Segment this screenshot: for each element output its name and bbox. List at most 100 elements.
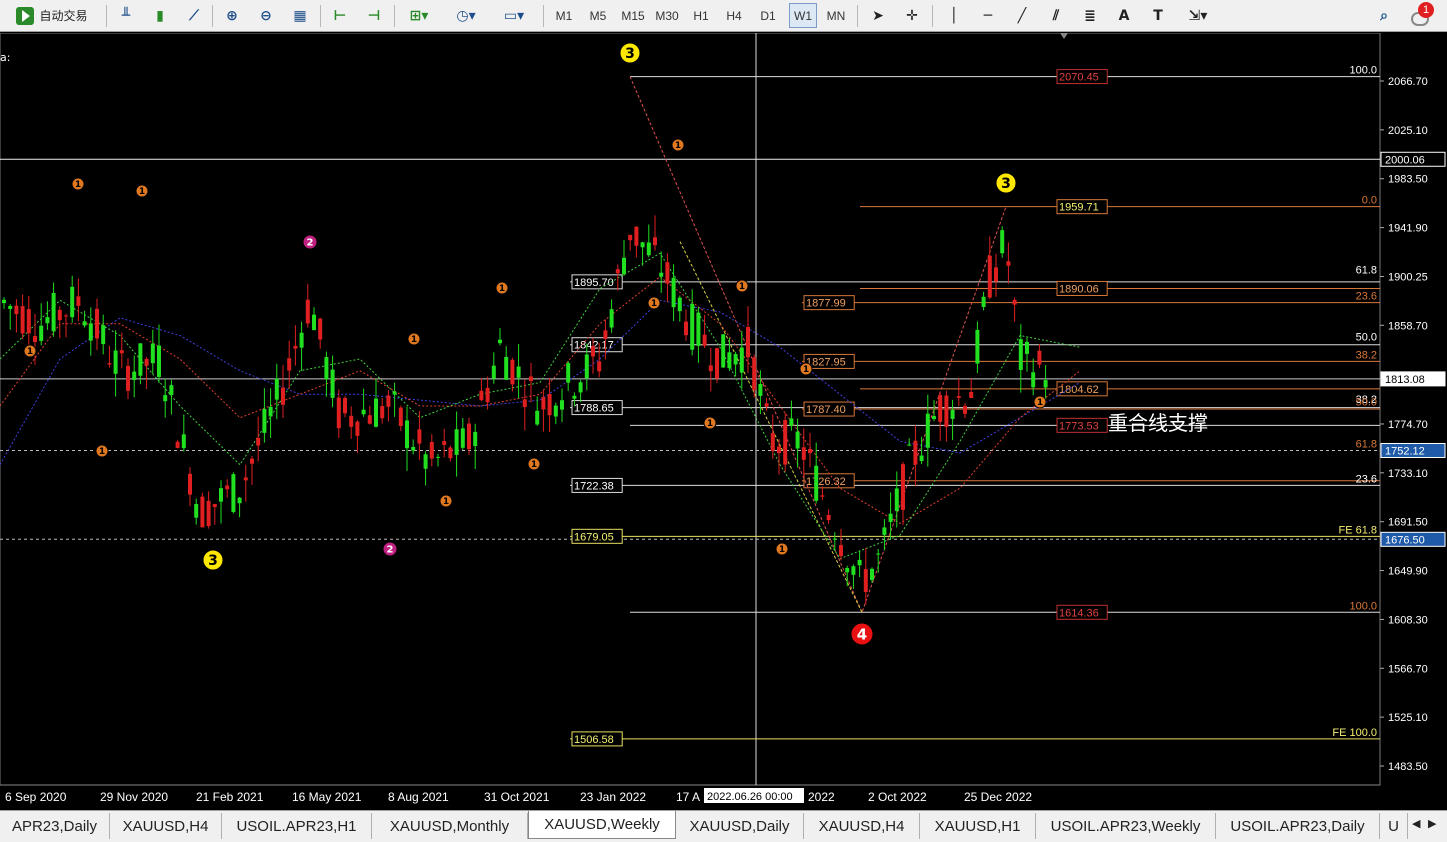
candle-body [39,325,44,341]
trendline-icon[interactable]: ╱ [1010,3,1034,28]
fib-ext-label: 1506.58 [574,734,614,746]
timeframe-w1[interactable]: W1 [789,3,817,28]
candle-body [876,553,881,555]
candle-body [330,369,335,398]
candle-body [299,332,304,348]
tab-usoil-h1[interactable]: USOIL.APR23,H1 [222,813,372,839]
candlestick-icon[interactable]: ▮ [148,3,172,28]
candle-body [516,366,521,378]
candle-body [194,503,199,518]
fib-right-label: 1959.71 [1059,202,1099,214]
ma-mid [0,276,1081,525]
vertical-line-icon[interactable]: │ [942,3,966,28]
candle-body [609,309,614,328]
chart-shift-icon[interactable]: ⊢ [328,3,352,28]
timeframe-m15[interactable]: M15 [617,3,649,28]
chart-canvas[interactable]: a: 2066.70 2025.10 1983.50 1941.90 1900.25 185… [0,33,1447,808]
candle-body [832,538,837,540]
candle-body [392,391,397,395]
candle-body [231,474,236,512]
candle-body [653,237,657,246]
wave-label-4: 4 [857,625,867,643]
candle-body [907,444,912,446]
fib-left-label: 1722.38 [574,480,614,492]
tab-xauusd-h4[interactable]: XAUUSD,H4 [110,813,222,839]
cursor-icon[interactable]: ➤ [866,3,890,28]
templates-icon[interactable]: ▭▾ [494,3,534,28]
candle-body [603,330,608,339]
timeframe-mn[interactable]: MN [822,3,850,28]
tab-usoil-weekly[interactable]: USOIL.APR23,Weekly [1036,813,1216,839]
timeframe-m5[interactable]: M5 [584,3,612,28]
price-highlight-label: 1813.08 [1385,374,1425,386]
candle-body [572,395,577,399]
candle-body [256,437,261,446]
tab-xauusd-weekly[interactable]: XAUUSD,Weekly [528,811,676,839]
minor-wave-label: 1 [27,347,33,357]
candle-body [132,371,137,380]
price-chart[interactable]: a: 2066.70 2025.10 1983.50 1941.90 1900.25 185… [0,33,1447,808]
fib-red-label: 2070.45 [1059,72,1099,84]
minor-wave-label: 1 [739,282,745,292]
candle-body [57,309,62,321]
tab-usoil-daily[interactable]: USOIL.APR23,Daily [1216,813,1380,839]
fib-pct-label: 23.6 [1356,473,1377,485]
timeframe-h1[interactable]: H1 [687,3,715,28]
candle-body [138,343,143,376]
timeframe-d1[interactable]: D1 [754,3,782,28]
arrows-icon[interactable]: ⇲▾ [1180,3,1216,28]
auto-trading-button[interactable]: 自动交易 [4,3,100,28]
periods-icon[interactable]: ◷▾ [446,3,486,28]
tab-xauusd-monthly[interactable]: XAUUSD,Monthly [372,813,528,839]
tab-xauusd-h4-2[interactable]: XAUUSD,H4 [804,813,920,839]
timeframe-m1[interactable]: M1 [550,3,578,28]
timeframe-h4[interactable]: H4 [720,3,748,28]
support-annotation: 重合线支撑 [1108,411,1208,435]
candle-body [783,420,788,465]
fib-pct-label: 50.0 [1356,396,1377,408]
candle-body [442,441,447,445]
tab-scroll-left-icon[interactable]: ◀ [1412,817,1420,830]
candle-body [1018,339,1023,370]
minor-wave-label: 1 [1037,398,1043,408]
candle-body [88,323,93,341]
candle-body [510,359,515,385]
tab-xauusd-h1[interactable]: XAUUSD,H1 [920,813,1036,839]
horizontal-line-icon[interactable]: ─ [976,3,1000,28]
wave-label-3: 3 [1001,176,1011,192]
text-label-icon[interactable]: T [1146,3,1170,28]
candle-body [1031,372,1036,388]
candle-body [801,447,806,460]
fib-pct-label: FE 100.0 [1332,727,1377,739]
equidistant-channel-icon[interactable]: ⫽ [1044,3,1068,28]
zoom-out-icon[interactable]: ⊖ [254,3,278,28]
candle-body [529,376,533,381]
candle-body [684,321,688,336]
fib-ext-label: 1679.05 [574,531,614,543]
text-icon[interactable]: A [1112,3,1136,28]
tab-overflow[interactable]: U [1380,813,1408,839]
candle-body [20,306,25,334]
wave-label-3: 3 [625,46,635,62]
candle-body [26,309,31,334]
fibonacci-icon[interactable]: ≣ [1078,3,1102,28]
line-chart-icon[interactable]: ⟋ [182,3,206,28]
crosshair-icon[interactable]: ✛ [900,3,924,28]
fib-pct-label: FE 61.8 [1338,524,1377,536]
notifications-button[interactable]: 1 [1404,2,1436,28]
candle-body [225,485,230,490]
auto-scroll-icon[interactable]: ⊣ [362,3,386,28]
price-axis-label: 1691.50 [1388,517,1428,529]
tile-windows-icon[interactable]: ▦ [288,3,312,28]
search-icon[interactable]: ⌕ [1372,3,1396,28]
indicators-icon[interactable]: ⊞▾ [402,3,436,28]
candle-body [374,398,378,427]
tab-xauusd-daily[interactable]: XAUUSD,Daily [676,813,804,839]
bar-chart-icon[interactable]: ╨ [114,3,138,28]
tab-apr23-daily[interactable]: APR23,Daily [0,813,110,839]
tab-scroll-right-icon[interactable]: ▶ [1428,817,1436,830]
candle-body [119,350,124,354]
candle-body [305,299,310,324]
zoom-in-icon[interactable]: ⊕ [220,3,244,28]
timeframe-m30[interactable]: M30 [651,3,683,28]
